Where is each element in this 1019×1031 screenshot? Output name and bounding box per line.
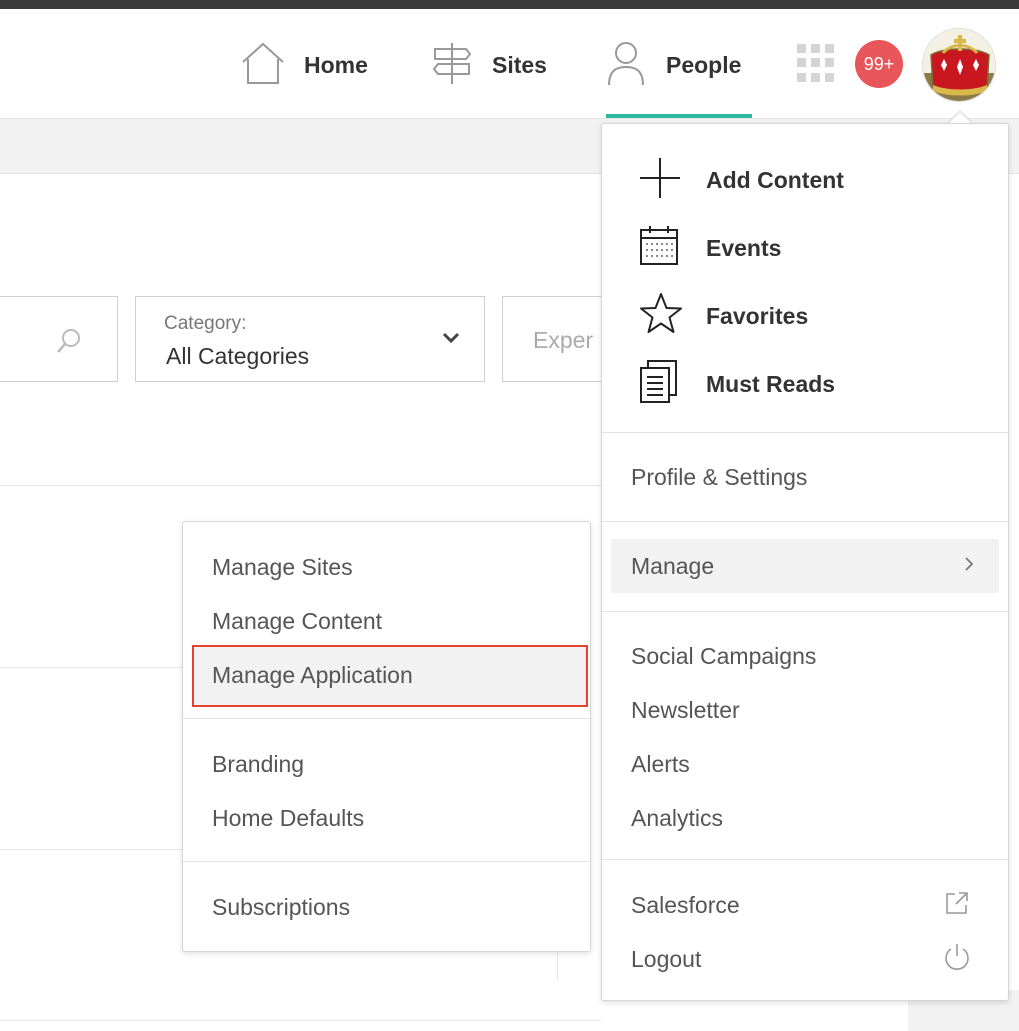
menu-favorites-label: Favorites bbox=[706, 302, 809, 329]
nav-sites-label: Sites bbox=[492, 51, 547, 78]
document-icon bbox=[638, 359, 680, 410]
menu-social-campaigns[interactable]: Social Campaigns bbox=[602, 631, 1008, 681]
plus-icon bbox=[638, 156, 682, 205]
menu-logout[interactable]: Logout bbox=[602, 934, 1008, 984]
menu-salesforce[interactable]: Salesforce bbox=[602, 880, 1008, 930]
manage-submenu: Manage Sites Manage Content Manage Appli… bbox=[182, 521, 591, 952]
submenu-manage-sites[interactable]: Manage Sites bbox=[212, 554, 353, 581]
menu-divider bbox=[602, 611, 1008, 612]
menu-events[interactable]: Events bbox=[602, 222, 1008, 274]
menu-events-label: Events bbox=[706, 234, 782, 261]
category-label: Category: bbox=[164, 313, 247, 334]
menu-alerts[interactable]: Alerts bbox=[602, 739, 1008, 789]
search-icon bbox=[55, 327, 83, 360]
divider bbox=[0, 667, 182, 668]
divider bbox=[0, 485, 601, 486]
menu-salesforce-label: Salesforce bbox=[631, 891, 740, 918]
submenu-manage-application[interactable]: Manage Application bbox=[212, 662, 413, 689]
divider bbox=[0, 849, 182, 850]
home-icon bbox=[240, 40, 286, 91]
submenu-subscriptions[interactable]: Subscriptions bbox=[212, 894, 350, 921]
signpost-icon bbox=[430, 40, 474, 91]
notifications-badge[interactable]: 99+ bbox=[855, 40, 903, 88]
menu-divider bbox=[602, 432, 1008, 433]
menu-divider bbox=[602, 521, 1008, 522]
nav-people[interactable]: People bbox=[606, 40, 741, 90]
nav-home[interactable]: Home bbox=[240, 40, 368, 90]
nav-sites[interactable]: Sites bbox=[430, 40, 547, 90]
nav-home-label: Home bbox=[304, 51, 368, 78]
divider bbox=[0, 1020, 601, 1021]
calendar-icon bbox=[638, 224, 680, 273]
chevron-right-icon bbox=[964, 556, 974, 577]
menu-must-reads-label: Must Reads bbox=[706, 370, 836, 397]
search-input[interactable] bbox=[0, 296, 118, 382]
menu-logout-label: Logout bbox=[631, 945, 702, 972]
category-select[interactable]: Category: All Categories bbox=[135, 296, 485, 382]
category-value: All Categories bbox=[166, 343, 310, 369]
star-icon bbox=[638, 292, 684, 341]
menu-profile-settings-label: Profile & Settings bbox=[631, 463, 808, 490]
submenu-branding[interactable]: Branding bbox=[212, 751, 304, 778]
menu-alerts-label: Alerts bbox=[631, 750, 690, 777]
top-border bbox=[0, 0, 1019, 9]
menu-newsletter[interactable]: Newsletter bbox=[602, 685, 1008, 735]
avatar[interactable] bbox=[922, 28, 996, 102]
menu-analytics-label: Analytics bbox=[631, 804, 724, 831]
menu-analytics[interactable]: Analytics bbox=[602, 793, 1008, 843]
menu-must-reads[interactable]: Must Reads bbox=[602, 358, 1008, 410]
nav-people-label: People bbox=[666, 51, 742, 78]
chevron-down-icon bbox=[442, 331, 460, 349]
expertise-placeholder: Exper bbox=[533, 327, 594, 353]
power-icon bbox=[942, 942, 972, 977]
menu-add-content[interactable]: Add Content bbox=[602, 154, 1008, 206]
menu-newsletter-label: Newsletter bbox=[631, 696, 740, 723]
menu-favorites[interactable]: Favorites bbox=[602, 290, 1008, 342]
external-link-icon bbox=[944, 890, 970, 921]
menu-add-content-label: Add Content bbox=[706, 166, 844, 193]
menu-manage-label: Manage bbox=[631, 552, 715, 579]
menu-divider bbox=[602, 859, 1008, 860]
menu-profile-settings[interactable]: Profile & Settings bbox=[602, 452, 1008, 502]
crown-crest-avatar-icon bbox=[923, 29, 995, 101]
person-icon bbox=[606, 39, 646, 92]
submenu-manage-content[interactable]: Manage Content bbox=[212, 608, 382, 635]
submenu-divider bbox=[183, 718, 590, 719]
submenu-divider bbox=[183, 861, 590, 862]
user-menu: Add Content Events Favorites Must Reads … bbox=[601, 123, 1009, 1001]
apps-grid-icon[interactable] bbox=[797, 44, 835, 82]
menu-manage[interactable]: Manage bbox=[602, 541, 1008, 591]
submenu-home-defaults[interactable]: Home Defaults bbox=[212, 805, 364, 832]
menu-social-campaigns-label: Social Campaigns bbox=[631, 642, 817, 669]
